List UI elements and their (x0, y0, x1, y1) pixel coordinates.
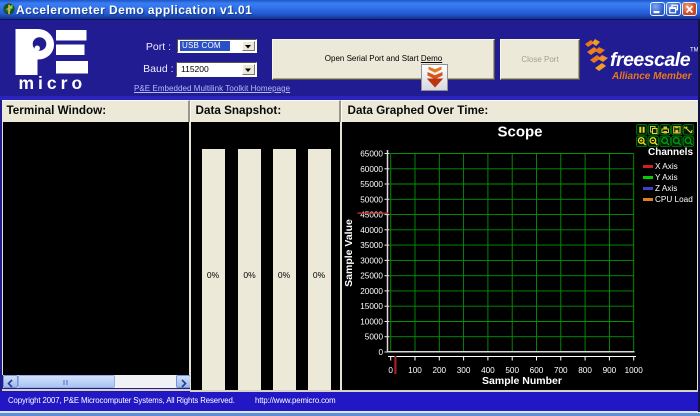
svg-text:freescale: freescale (610, 49, 691, 71)
svg-text:25000: 25000 (360, 272, 383, 281)
svg-text:1000: 1000 (625, 366, 644, 375)
svg-text:800: 800 (578, 366, 592, 375)
svg-text:700: 700 (554, 366, 568, 375)
svg-text:60000: 60000 (360, 165, 383, 174)
svg-text:0: 0 (388, 366, 393, 375)
svg-text:Alliance Member: Alliance Member (611, 71, 693, 82)
svg-text:Sample Number: Sample Number (482, 375, 562, 387)
svg-text:TM: TM (690, 48, 698, 54)
svg-text:Sample Value: Sample Value (343, 219, 355, 287)
svg-text:15000: 15000 (360, 302, 383, 311)
svg-text:400: 400 (481, 366, 495, 375)
svg-text:50000: 50000 (360, 195, 383, 204)
svg-text:30000: 30000 (360, 256, 383, 265)
svg-text:40000: 40000 (360, 226, 383, 235)
svg-text:10000: 10000 (360, 318, 383, 327)
svg-text:900: 900 (603, 366, 617, 375)
svg-text:45000: 45000 (360, 211, 383, 220)
svg-text:65000: 65000 (360, 150, 383, 159)
svg-text:20000: 20000 (360, 287, 383, 296)
svg-text:300: 300 (457, 366, 471, 375)
svg-text:0: 0 (378, 348, 383, 357)
svg-text:55000: 55000 (360, 180, 383, 189)
svg-text:micro: micro (19, 73, 87, 93)
svg-text:Scope: Scope (497, 124, 542, 141)
svg-text:200: 200 (432, 366, 446, 375)
svg-text:100: 100 (408, 366, 422, 375)
svg-text:35000: 35000 (360, 241, 383, 250)
svg-text:5000: 5000 (365, 333, 384, 342)
svg-text:600: 600 (530, 366, 544, 375)
svg-text:500: 500 (505, 366, 519, 375)
